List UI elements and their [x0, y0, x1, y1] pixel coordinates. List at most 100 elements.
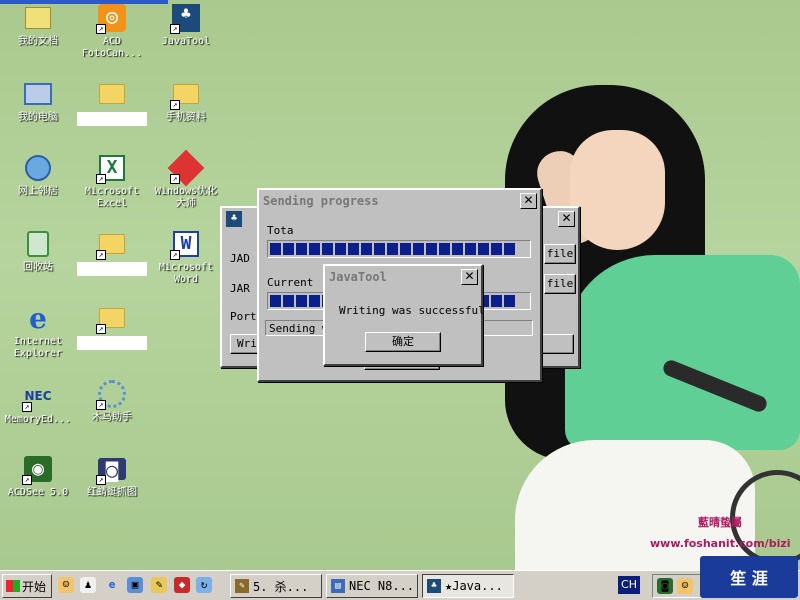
sending-progress-titlebar[interactable]: Sending progress: [259, 190, 540, 212]
progress-segment: [504, 295, 515, 307]
desktop-icon-windows-optimizer[interactable]: ↗ Windows优化 大师: [148, 149, 224, 210]
task-1-label: 5. 杀...: [253, 579, 309, 594]
status-text: Sending w: [269, 322, 329, 335]
task-3-icon: ♣: [427, 579, 441, 593]
javatool-main-close-button[interactable]: ✕: [558, 211, 575, 227]
task-1-icon: ✎: [235, 579, 249, 593]
progress-segment: [491, 295, 502, 307]
task-3-label: ★Java...: [445, 579, 503, 593]
start-label: 开始: [22, 579, 47, 594]
progress-segment: [296, 295, 307, 307]
dialog-title: JavaTool: [329, 270, 387, 284]
progress-segment: [400, 243, 411, 255]
wallpaper-pants: [515, 440, 755, 570]
javatool-title-icon: ♣: [226, 211, 242, 227]
acd-fotocanvas-icon: ◎ ↗: [96, 2, 128, 34]
quicklaunch-ie-icon[interactable]: e: [104, 577, 120, 593]
sending-progress-title: Sending progress: [263, 194, 379, 208]
folder-icon: ↗: [170, 78, 202, 110]
task-2-label: NEC N8...: [349, 579, 415, 593]
jar-file-button[interactable]: file: [544, 274, 576, 294]
desktop-icon-folder-2[interactable]: ↗: [74, 228, 150, 276]
windows-optimizer-icon: ↗: [167, 149, 205, 187]
desktop-icon-folder-1[interactable]: [74, 78, 150, 126]
wallpaper-face: [570, 130, 665, 250]
capture-icon: ◙ ↗: [96, 453, 128, 485]
network-places-icon: [22, 152, 54, 184]
task-button-2[interactable]: ▤ NEC N8...: [326, 574, 418, 598]
desktop-icon-folder-3[interactable]: ↗: [74, 302, 150, 350]
progress-segment: [309, 295, 320, 307]
jad-file-button[interactable]: file: [544, 244, 576, 264]
tray-camera-icon[interactable]: ◙: [657, 578, 673, 594]
recycle-bin-icon: [22, 228, 54, 260]
acdsee-icon: ◉ ↗: [22, 453, 54, 485]
progress-segment: [504, 243, 515, 255]
task-button-3[interactable]: ♣ ★Java...: [422, 574, 514, 598]
sending-progress-close-button[interactable]: ✕: [520, 193, 537, 209]
quicklaunch-face-icon[interactable]: ☺: [58, 577, 74, 593]
dialog-close-button[interactable]: ✕: [461, 269, 478, 285]
desktop-icon-trojan-helper[interactable]: ↗ 木马助手: [74, 378, 150, 424]
progress-segment: [478, 243, 489, 255]
progress-segment: [452, 243, 463, 255]
progress-segment: [465, 243, 476, 255]
desktop-icon-javatool[interactable]: ♣ ↗ JavaTool: [148, 2, 224, 48]
desktop-icon-capture[interactable]: ◙ ↗ 红蜻蜓抓图: [74, 453, 150, 499]
folder-icon: ↗: [96, 302, 128, 334]
progress-segment: [387, 243, 398, 255]
desktop-icon-recycle-bin[interactable]: 回收站: [0, 228, 76, 274]
my-computer-icon: [22, 78, 54, 110]
desktop-icon-excel[interactable]: X ↗ Microsoft Excel: [74, 152, 150, 210]
ie-icon: e: [29, 301, 47, 335]
redacted-label: [77, 262, 147, 276]
trojan-helper-icon: ↗: [96, 378, 128, 410]
total-label: Tota: [267, 224, 294, 237]
wallpaper-url: www.foshanit.com/bizi: [650, 537, 791, 550]
task-button-1[interactable]: ✎ 5. 杀...: [230, 574, 322, 598]
ime-indicator[interactable]: CH: [618, 576, 640, 594]
wallpaper-caption: 藍晴蛰屬: [698, 516, 742, 529]
dialog-ok-button[interactable]: 确定: [365, 332, 441, 352]
desktop-icon-my-computer[interactable]: 我的电脑: [0, 78, 76, 124]
progress-segment: [283, 243, 294, 255]
task-2-icon: ▤: [331, 579, 345, 593]
progress-segment: [439, 243, 450, 255]
progress-segment: [361, 243, 372, 255]
quicklaunch-penguin-icon[interactable]: ♟: [80, 577, 96, 593]
progress-segment: [270, 295, 281, 307]
nec-icon: NEC ↗: [22, 380, 54, 412]
taskbar: 开始 ☺ ♟ e ▣ ✎ ◆ ↻ ✎ 5. 杀... ▤ NEC N8... ♣…: [0, 570, 800, 600]
windows-flag-icon: [6, 580, 20, 592]
folder-icon: [96, 78, 128, 110]
current-label: Current: [267, 276, 314, 289]
desktop-icon-network[interactable]: 网上邻居: [0, 152, 76, 198]
desktop-icon-memoryed[interactable]: NEC ↗ MemoryEd...: [0, 380, 76, 426]
start-button[interactable]: 开始: [2, 574, 52, 598]
javatool-success-dialog[interactable]: JavaTool ✕ Writing was successful 确定: [323, 264, 485, 366]
desktop-icon-ie[interactable]: e Internet Explorer: [0, 302, 76, 360]
jar-label: JAR: [230, 282, 250, 295]
progress-segment: [426, 243, 437, 255]
progress-segment: [413, 243, 424, 255]
word-icon: W ↗: [170, 228, 202, 260]
quicklaunch-desktop-icon[interactable]: ▣: [127, 577, 143, 593]
dialog-titlebar[interactable]: JavaTool: [325, 266, 481, 288]
progress-segment: [283, 295, 294, 307]
desktop-icon-my-documents[interactable]: 我的文档: [0, 2, 76, 48]
quicklaunch-refresh-icon[interactable]: ↻: [196, 577, 212, 593]
tray-face-icon[interactable]: ☺: [677, 578, 693, 594]
corner-logo: 笙 涯: [700, 556, 798, 598]
desktop-icon-acd-fotocanvas[interactable]: ◎ ↗ ACD FotoCan...: [74, 2, 150, 60]
desktop-icon-phone-data[interactable]: ↗ 手机资料: [148, 78, 224, 124]
my-documents-icon: [22, 2, 54, 34]
excel-icon: X ↗: [96, 152, 128, 184]
dialog-message: Writing was successful: [339, 304, 485, 317]
folder-icon: ↗: [96, 228, 128, 260]
progress-segment: [374, 243, 385, 255]
quicklaunch-pen-icon[interactable]: ✎: [151, 577, 167, 593]
desktop-icon-word[interactable]: W ↗ Microsoft Word: [148, 228, 224, 286]
desktop-icon-acdsee[interactable]: ◉ ↗ ACDSee 5.0: [0, 453, 76, 499]
progress-segment: [348, 243, 359, 255]
quicklaunch-app-icon[interactable]: ◆: [174, 577, 190, 593]
